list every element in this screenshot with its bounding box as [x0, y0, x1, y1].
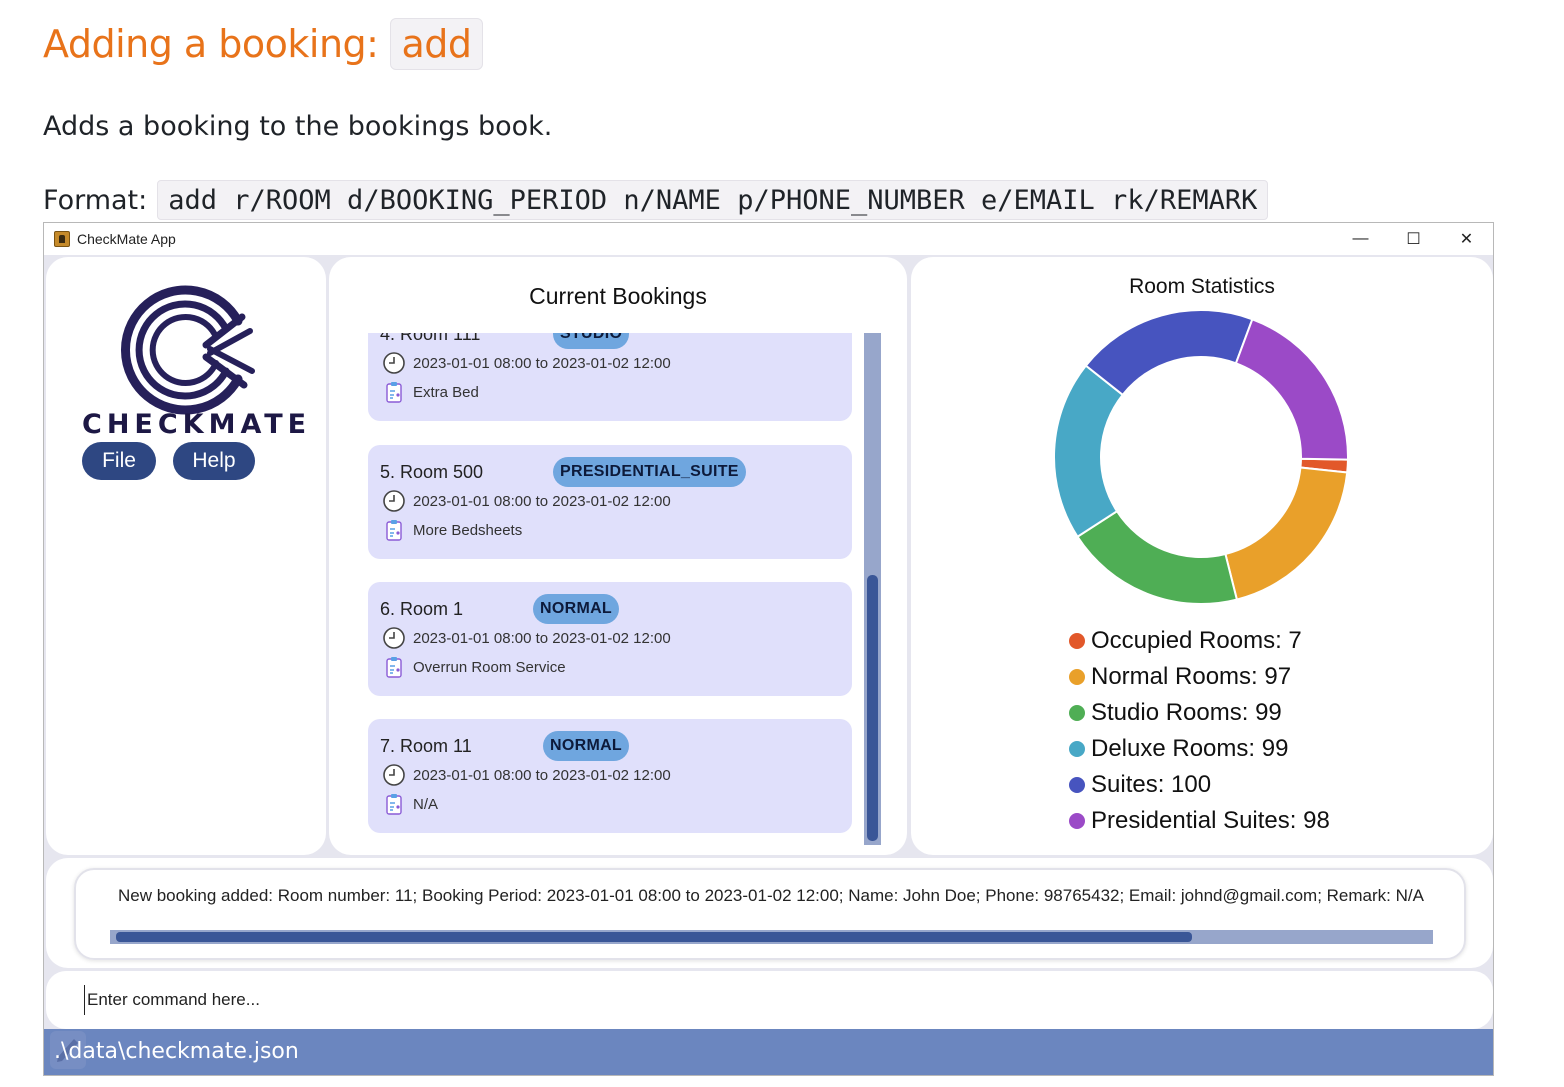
doc-title-code: add	[390, 18, 483, 70]
room-stats-donut-chart	[1053, 309, 1349, 605]
legend-item-suites: Suites: 100	[1069, 767, 1330, 803]
booking-card[interactable]: 6. Room 1 NORMAL 2023-01-01 08:00 to 202…	[368, 582, 852, 696]
brand-name: CHECKMATE	[82, 409, 312, 440]
window-titlebar[interactable]: CheckMate App — ☐ ✕	[44, 223, 1493, 255]
doc-title-text: Adding a booking:	[43, 22, 379, 66]
doc-title: Adding a booking: add	[43, 18, 483, 70]
booking-period-row: 2023-01-01 08:00 to 2023-01-02 12:00	[382, 626, 671, 650]
clock-icon	[383, 352, 405, 374]
clipboard-icon	[386, 657, 402, 678]
menu-help-button[interactable]: Help	[173, 442, 255, 480]
booking-remark-row: Overrun Room Service	[382, 655, 566, 679]
bookings-title: Current Bookings	[529, 283, 707, 309]
booking-period: 2023-01-01 08:00 to 2023-01-02 12:00	[413, 629, 671, 647]
room-type-badge: NORMAL	[543, 731, 630, 761]
clipboard-icon	[386, 520, 402, 541]
checkmate-logo-icon	[120, 285, 255, 415]
app-content: CHECKMATE File Help Current Bookings 4. …	[44, 255, 1493, 1075]
status-file-path: .\data\checkmate.json	[54, 1039, 299, 1064]
legend-item-deluxe: Deluxe Rooms: 99	[1069, 731, 1330, 767]
stats-title: Room Statistics	[1129, 275, 1275, 298]
legend-dot-icon	[1069, 633, 1085, 649]
sidebar-panel: CHECKMATE File Help	[46, 257, 326, 855]
booking-remark: Overrun Room Service	[413, 658, 566, 676]
close-button[interactable]: ✕	[1440, 223, 1493, 255]
doc-description: Adds a booking to the bookings book.	[43, 111, 553, 142]
booking-room: 7. Room 11	[380, 736, 472, 756]
booking-room: 6. Room 1	[380, 599, 464, 619]
maximize-button[interactable]: ☐	[1387, 223, 1440, 255]
statistics-panel: Room Statistics Occupied Rooms: 7 Normal…	[911, 257, 1493, 855]
clock-icon	[383, 764, 405, 786]
donut-slice-1	[1224, 466, 1349, 601]
app-window: CheckMate App — ☐ ✕ CHECKMATE File Help …	[43, 222, 1494, 1076]
booking-remark-row: N/A	[382, 792, 438, 816]
legend-label: Deluxe Rooms: 99	[1091, 735, 1289, 762]
stats-legend: Occupied Rooms: 7 Normal Rooms: 97 Studi…	[1069, 623, 1330, 839]
legend-dot-icon	[1069, 669, 1085, 685]
status-bar: .\data\checkmate.json	[44, 1029, 1493, 1075]
room-type-badge: NORMAL	[533, 594, 620, 624]
doc-format-code: add r/ROOM d/BOOKING_PERIOD n/NAME p/PHO…	[157, 180, 1269, 220]
room-type-badge: STUDIO	[553, 333, 630, 349]
legend-label: Studio Rooms: 99	[1091, 699, 1282, 726]
legend-label: Presidential Suites: 98	[1091, 807, 1330, 834]
result-panel: New booking added: Room number: 11; Book…	[46, 858, 1493, 968]
room-type-badge: PRESIDENTIAL_SUITE	[553, 457, 746, 487]
booking-period-row: 2023-01-01 08:00 to 2023-01-02 12:00	[382, 489, 671, 513]
booking-card[interactable]: 4. Room 111 STUDIO 2023-01-01 08:00 to 2…	[368, 333, 852, 421]
donut-slice-3	[1053, 364, 1125, 539]
booking-card[interactable]: 7. Room 11 NORMAL 2023-01-01 08:00 to 20…	[368, 719, 852, 833]
clock-icon	[383, 490, 405, 512]
legend-item-presidential: Presidential Suites: 98	[1069, 803, 1330, 839]
command-input[interactable]	[84, 985, 1454, 1015]
donut-slice-5	[1234, 317, 1349, 461]
booking-period: 2023-01-01 08:00 to 2023-01-02 12:00	[413, 492, 671, 510]
bookings-panel: Current Bookings 4. Room 111 STUDIO 2023…	[329, 257, 907, 855]
result-scrollbar-thumb[interactable]	[116, 932, 1192, 942]
legend-item-studio: Studio Rooms: 99	[1069, 695, 1330, 731]
legend-label: Normal Rooms: 97	[1091, 663, 1292, 690]
legend-dot-icon	[1069, 777, 1085, 793]
booking-period: 2023-01-01 08:00 to 2023-01-02 12:00	[413, 354, 671, 372]
bookings-scrollbar-thumb[interactable]	[867, 575, 878, 841]
booking-period-row: 2023-01-01 08:00 to 2023-01-02 12:00	[382, 763, 671, 787]
app-icon	[54, 231, 70, 247]
result-display[interactable]: New booking added: Room number: 11; Book…	[74, 868, 1466, 960]
doc-format: Format: add r/ROOM d/BOOKING_PERIOD n/NA…	[43, 180, 1269, 220]
legend-dot-icon	[1069, 705, 1085, 721]
legend-dot-icon	[1069, 813, 1085, 829]
legend-label: Suites: 100	[1091, 771, 1212, 798]
booking-room: 4. Room 111	[380, 333, 481, 344]
legend-item-occupied: Occupied Rooms: 7	[1069, 623, 1330, 659]
clipboard-icon	[386, 794, 402, 815]
legend-label: Occupied Rooms: 7	[1091, 627, 1302, 654]
command-panel	[46, 971, 1493, 1029]
doc-format-label: Format:	[43, 184, 148, 216]
booking-card[interactable]: 5. Room 500 PRESIDENTIAL_SUITE 2023-01-0…	[368, 445, 852, 559]
booking-remark: Extra Bed	[413, 383, 479, 401]
legend-item-normal: Normal Rooms: 97	[1069, 659, 1330, 695]
booking-remark-row: Extra Bed	[382, 380, 479, 404]
booking-period-row: 2023-01-01 08:00 to 2023-01-02 12:00	[382, 351, 671, 375]
booking-remark: More Bedsheets	[413, 521, 523, 539]
window-controls: — ☐ ✕	[1334, 223, 1493, 255]
donut-slice-2	[1076, 509, 1239, 605]
legend-dot-icon	[1069, 741, 1085, 757]
menu-file-button[interactable]: File	[82, 442, 156, 480]
booking-room: 5. Room 500	[380, 462, 484, 482]
booking-remark-row: More Bedsheets	[382, 518, 522, 542]
booking-period: 2023-01-01 08:00 to 2023-01-02 12:00	[413, 766, 671, 784]
clipboard-icon	[386, 382, 402, 403]
bookings-list[interactable]: 4. Room 111 STUDIO 2023-01-01 08:00 to 2…	[352, 333, 864, 847]
minimize-button[interactable]: —	[1334, 223, 1387, 255]
result-message: New booking added: Room number: 11; Book…	[118, 886, 1424, 905]
booking-remark: N/A	[413, 795, 439, 813]
clock-icon	[383, 627, 405, 649]
donut-slice-4	[1084, 309, 1254, 397]
window-title: CheckMate App	[77, 231, 176, 247]
